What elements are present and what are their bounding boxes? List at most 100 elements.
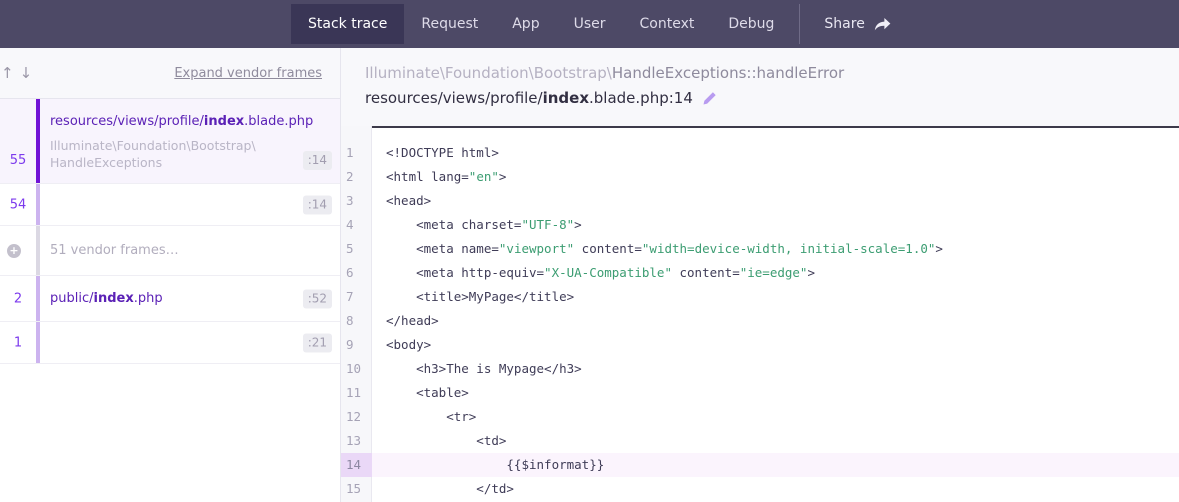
share-button[interactable]: Share (810, 4, 904, 44)
main-panel: Illuminate\Foundation\Bootstrap\HandleEx… (341, 48, 1179, 502)
code-line-text: </td> (372, 477, 1179, 501)
expand-vendor-frames-link[interactable]: Expand vendor frames (174, 66, 322, 81)
frame-number: 1 (0, 335, 36, 350)
line-number-badge: :21 (303, 333, 332, 352)
code-line-7: 7 <title>MyPage</title> (341, 285, 1179, 309)
frame-nav-arrows[interactable]: ↑↓ (0, 64, 38, 82)
tab-user[interactable]: User (557, 4, 623, 44)
page-body: ↑↓ Expand vendor frames 55 resources/view… (0, 48, 1179, 502)
code-line-5: 5 <meta name="viewport" content="width=d… (341, 237, 1179, 261)
code-line-13: 13 <td> (341, 429, 1179, 453)
vendor-frames-group[interactable]: +51 vendor frames… (0, 226, 340, 276)
code-line-1: 1<!DOCTYPE html> (341, 141, 1179, 165)
stack-frame-2[interactable]: 2 public/index.php :52 (0, 276, 340, 322)
tab-context[interactable]: Context (623, 4, 712, 44)
gutter-line-number: 5 (341, 237, 372, 261)
code-line-text: <td> (372, 429, 1179, 453)
frame-method-line: Illuminate\Foundation\Bootstrap\HandleEx… (365, 64, 1155, 82)
code-line-text: <head> (372, 189, 1179, 213)
share-arrow-icon (874, 17, 891, 32)
gutter-line-number: 11 (341, 381, 372, 405)
code-line-14: 14 {{$informat}} (341, 453, 1179, 477)
stack-frame-55[interactable]: 55 resources/views/profile/index.blade.ph… (0, 99, 340, 184)
code-line-6: 6 <meta http-equiv="X-UA-Compatible" con… (341, 261, 1179, 285)
tab-app[interactable]: App (495, 4, 556, 44)
gutter-line-number: 3 (341, 189, 372, 213)
code-line-text: <body> (372, 333, 1179, 357)
gutter-line-number: 6 (341, 261, 372, 285)
edit-pencil-icon[interactable] (702, 91, 717, 106)
frame-file-path: resources/views/profile/index.blade.php (50, 113, 294, 130)
line-number-badge: :14 (303, 195, 332, 214)
tab-debug[interactable]: Debug (711, 4, 791, 44)
code-line-8: 8</head> (341, 309, 1179, 333)
stack-frame-54[interactable]: 54 :14 (0, 184, 340, 226)
code-line-11: 11 <table> (341, 381, 1179, 405)
code-line-text: <tr> (372, 405, 1179, 429)
frame-method: HandleExceptions::handleError (612, 64, 844, 82)
line-number-badge: :14 (303, 151, 332, 170)
code-line-text: <meta charset="UTF-8"> (372, 213, 1179, 237)
frame-number: 55 (0, 153, 36, 168)
gutter-line-number: 9 (341, 333, 372, 357)
vendor-frames-label: 51 vendor frames… (50, 226, 294, 275)
frame-file-path: public/index.php (50, 290, 163, 307)
code-line-text: <html lang="en"> (372, 165, 1179, 189)
top-bar: Stack traceRequestAppUserContextDebug Sh… (0, 0, 1179, 48)
arrow-up-icon[interactable]: ↑ (1, 64, 20, 82)
topbar-divider (799, 4, 800, 44)
arrow-down-icon[interactable]: ↓ (20, 64, 39, 82)
code-line-12: 12 <tr> (341, 405, 1179, 429)
tab-stack-trace[interactable]: Stack trace (291, 4, 404, 44)
stack-frame-1[interactable]: 1 :21 (0, 322, 340, 364)
frame-file-line: resources/views/profile/index.blade.php:… (365, 89, 1155, 107)
gutter-line-number: 8 (341, 309, 372, 333)
gutter-line-number: 10 (341, 357, 372, 381)
frame-indicator-bar (36, 184, 40, 225)
code-line-2: 2<html lang="en"> (341, 165, 1179, 189)
code-line-text: <!DOCTYPE html> (372, 141, 1179, 165)
line-number-badge: :52 (303, 289, 332, 308)
frame-header: Illuminate\Foundation\Bootstrap\HandleEx… (341, 48, 1179, 126)
code-line-10: 10 <h3>The is Mypage</h3> (341, 357, 1179, 381)
frame-number: 54 (0, 197, 36, 212)
frame-content: public/index.php (50, 276, 294, 321)
frame-content: resources/views/profile/index.blade.php I… (50, 99, 294, 183)
code-line-text: </head> (372, 309, 1179, 333)
gutter-line-number: 13 (341, 429, 372, 453)
tab-bar: Stack traceRequestAppUserContextDebug (291, 0, 791, 48)
code-line-text: <table> (372, 381, 1179, 405)
frame-indicator-bar (36, 322, 40, 363)
frame-indicator-bar (36, 276, 40, 321)
gutter-line-number: 14 (341, 453, 372, 477)
gutter-line-number: 12 (341, 405, 372, 429)
code-line-text: <meta http-equiv="X-UA-Compatible" conte… (372, 261, 1179, 285)
code-line-4: 4 <meta charset="UTF-8"> (341, 213, 1179, 237)
code-line-15: 15 </td> (341, 477, 1179, 501)
gutter-line-number: 1 (341, 141, 372, 165)
tab-request[interactable]: Request (404, 4, 495, 44)
gutter-line-number: 15 (341, 477, 372, 501)
frame-namespace: Illuminate\Foundation\Bootstrap\ (365, 64, 612, 82)
frame-file-path: resources/views/profile/index.blade.php:… (365, 89, 693, 107)
code-line-3: 3<head> (341, 189, 1179, 213)
gutter-line-number: 4 (341, 213, 372, 237)
sidebar-header: ↑↓ Expand vendor frames (0, 48, 340, 99)
share-label: Share (824, 16, 864, 32)
frame-indicator-bar (36, 226, 40, 275)
gutter-line-number: 2 (341, 165, 372, 189)
frame-number: 2 (0, 291, 36, 306)
code-line-9: 9<body> (341, 333, 1179, 357)
expand-plus-icon[interactable]: + (7, 244, 21, 258)
gutter-line-number: 7 (341, 285, 372, 309)
code-line-text: <title>MyPage</title> (372, 285, 1179, 309)
code-line-text: <h3>The is Mypage</h3> (372, 357, 1179, 381)
stack-frame-list: 55 resources/views/profile/index.blade.ph… (0, 99, 340, 364)
code-line-text: <meta name="viewport" content="width=dev… (372, 237, 1179, 261)
frame-class-name: Illuminate\Foundation\Bootstrap\HandleEx… (50, 137, 294, 171)
code-line-text: {{$informat}} (372, 453, 1179, 477)
code-lines: 1<!DOCTYPE html>2<html lang="en">3<head>… (341, 126, 1179, 501)
frame-indicator-bar (36, 99, 40, 183)
stack-trace-sidebar: ↑↓ Expand vendor frames 55 resources/view… (0, 48, 341, 502)
code-editor: 1<!DOCTYPE html>2<html lang="en">3<head>… (341, 126, 1179, 502)
